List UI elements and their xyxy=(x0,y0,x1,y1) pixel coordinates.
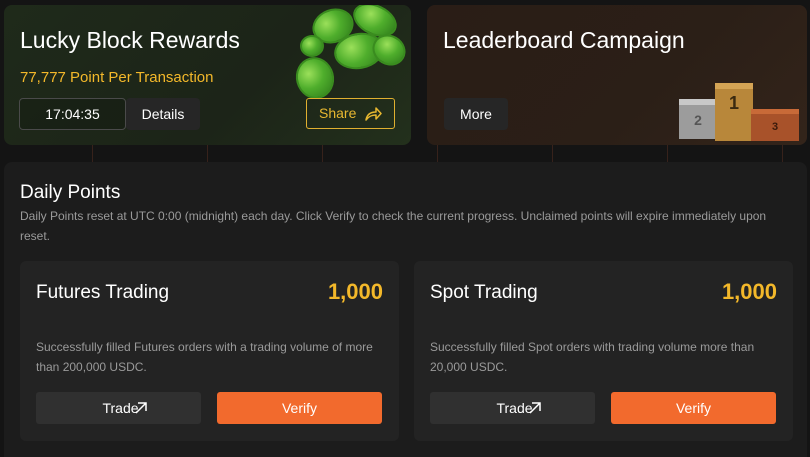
lucky-block-title: Lucky Block Rewards xyxy=(20,27,240,53)
futures-verify-button[interactable]: Verify xyxy=(217,392,382,424)
podium-illustration: 2 1 3 xyxy=(679,83,799,141)
lucky-block-card: Lucky Block Rewards 77,777 Point Per Tra… xyxy=(4,5,411,145)
share-label: Share xyxy=(319,105,357,121)
task-description: Successfully filled Futures orders with … xyxy=(36,340,373,374)
futures-trade-button[interactable]: Trade xyxy=(36,392,201,424)
countdown-timer: 17:04:35 xyxy=(19,98,126,130)
task-description: Successfully filled Spot orders with tra… xyxy=(430,340,755,374)
trade-label: Trade xyxy=(102,400,139,416)
share-button[interactable]: Share xyxy=(306,98,395,129)
task-name: Spot Trading xyxy=(430,282,538,303)
podium-third: 3 xyxy=(772,121,778,133)
podium-second: 2 xyxy=(694,112,702,128)
task-name: Futures Trading xyxy=(36,282,170,303)
futures-trading-card: Futures Trading 1,000 Successfully fille… xyxy=(20,261,399,441)
point-rate-text: 77,777 Point Per Transaction xyxy=(20,69,214,86)
spot-trade-button[interactable]: Trade xyxy=(430,392,595,424)
task-points: 1,000 xyxy=(327,279,383,304)
spot-trading-card: Spot Trading 1,000 Successfully filled S… xyxy=(414,261,793,441)
trade-label: Trade xyxy=(496,400,533,416)
coins-illustration xyxy=(291,5,411,104)
share-icon xyxy=(365,107,382,121)
spot-verify-button[interactable]: Verify xyxy=(611,392,776,424)
task-points: 1,000 xyxy=(721,279,777,304)
daily-points-title: Daily Points xyxy=(20,182,121,203)
podium-first: 1 xyxy=(729,93,739,113)
arrow-up-right-icon xyxy=(529,402,541,414)
more-button[interactable]: More xyxy=(444,98,508,130)
leaderboard-card: Leaderboard Campaign More 2 1 3 xyxy=(427,5,807,145)
daily-points-description: Daily Points reset at UTC 0:00 (midnight… xyxy=(20,209,767,243)
details-button[interactable]: Details xyxy=(126,98,200,130)
daily-points-section: Daily Points Daily Points reset at UTC 0… xyxy=(4,162,807,457)
arrow-up-right-icon xyxy=(135,402,147,414)
leaderboard-title: Leaderboard Campaign xyxy=(443,27,685,53)
